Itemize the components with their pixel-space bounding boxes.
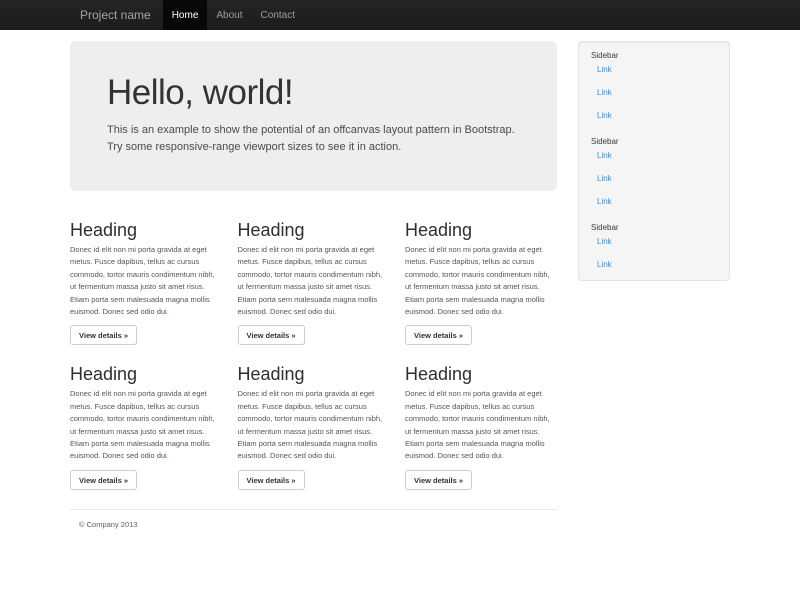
- card-1: Heading Donec id elit non mi porta gravi…: [70, 211, 222, 345]
- sidebar: Sidebar Link Link Link Sidebar Link Link…: [578, 41, 730, 281]
- sidebar-link[interactable]: Link: [591, 107, 717, 130]
- view-details-button[interactable]: View details »: [238, 325, 305, 345]
- card-5: Heading Donec id elit non mi porta gravi…: [238, 355, 390, 489]
- card-body-text: Donec id elit non mi porta gravida at eg…: [405, 244, 557, 318]
- jumbotron-title: Hello, world!: [107, 75, 520, 111]
- sidebar-well: Sidebar Link Link Link Sidebar Link Link…: [578, 41, 730, 281]
- navbar-container: Project name Home About Contact: [70, 0, 730, 30]
- card-body-text: Donec id elit non mi porta gravida at eg…: [238, 244, 390, 318]
- view-details-button[interactable]: View details »: [405, 325, 472, 345]
- sidebar-group-title: Sidebar: [591, 222, 717, 233]
- card-heading: Heading: [405, 220, 557, 240]
- view-details-button[interactable]: View details »: [238, 470, 305, 490]
- sidebar-link[interactable]: Link: [591, 256, 717, 279]
- card-2: Heading Donec id elit non mi porta gravi…: [238, 211, 390, 345]
- footer: © Company 2013: [70, 509, 557, 529]
- card-body-text: Donec id elit non mi porta gravida at eg…: [238, 388, 390, 462]
- card-heading: Heading: [405, 364, 557, 384]
- navbar: Project name Home About Contact: [0, 0, 800, 30]
- nav-item-about[interactable]: About: [207, 0, 251, 30]
- page: Project name Home About Contact Hello, w…: [0, 0, 800, 600]
- jumbotron: Hello, world! This is an example to show…: [70, 41, 557, 191]
- view-details-button[interactable]: View details »: [405, 470, 472, 490]
- sidebar-link[interactable]: Link: [591, 147, 717, 170]
- sidebar-link[interactable]: Link: [591, 61, 717, 84]
- footer-divider: [70, 509, 557, 510]
- brand-link[interactable]: Project name: [70, 0, 161, 30]
- card-body-text: Donec id elit non mi porta gravida at eg…: [70, 388, 222, 462]
- nav-item-contact[interactable]: Contact: [252, 0, 304, 30]
- cards-row-2: Heading Donec id elit non mi porta gravi…: [70, 355, 557, 489]
- card-4: Heading Donec id elit non mi porta gravi…: [70, 355, 222, 489]
- card-heading: Heading: [238, 364, 390, 384]
- card-heading: Heading: [70, 364, 222, 384]
- jumbotron-subtitle: This is an example to show the potential…: [107, 122, 522, 156]
- card-heading: Heading: [70, 220, 222, 240]
- sidebar-link[interactable]: Link: [591, 193, 717, 216]
- view-details-button[interactable]: View details »: [70, 325, 137, 345]
- nav-item-home[interactable]: Home: [163, 0, 208, 30]
- sidebar-group-title: Sidebar: [591, 136, 717, 147]
- card-6: Heading Donec id elit non mi porta gravi…: [405, 355, 557, 489]
- view-details-button[interactable]: View details »: [70, 470, 137, 490]
- card-heading: Heading: [238, 220, 390, 240]
- sidebar-link[interactable]: Link: [591, 233, 717, 256]
- main-column: Hello, world! This is an example to show…: [70, 41, 557, 529]
- card-body-text: Donec id elit non mi porta gravida at eg…: [405, 388, 557, 462]
- cards-row-1: Heading Donec id elit non mi porta gravi…: [70, 211, 557, 345]
- card-body-text: Donec id elit non mi porta gravida at eg…: [70, 244, 222, 318]
- card-3: Heading Donec id elit non mi porta gravi…: [405, 211, 557, 345]
- content-container: Hello, world! This is an example to show…: [70, 30, 730, 529]
- sidebar-link[interactable]: Link: [591, 84, 717, 107]
- navbar-menu: Home About Contact: [163, 0, 304, 30]
- copyright-text: © Company 2013: [70, 520, 557, 529]
- sidebar-group-title: Sidebar: [591, 50, 717, 61]
- sidebar-link[interactable]: Link: [591, 170, 717, 193]
